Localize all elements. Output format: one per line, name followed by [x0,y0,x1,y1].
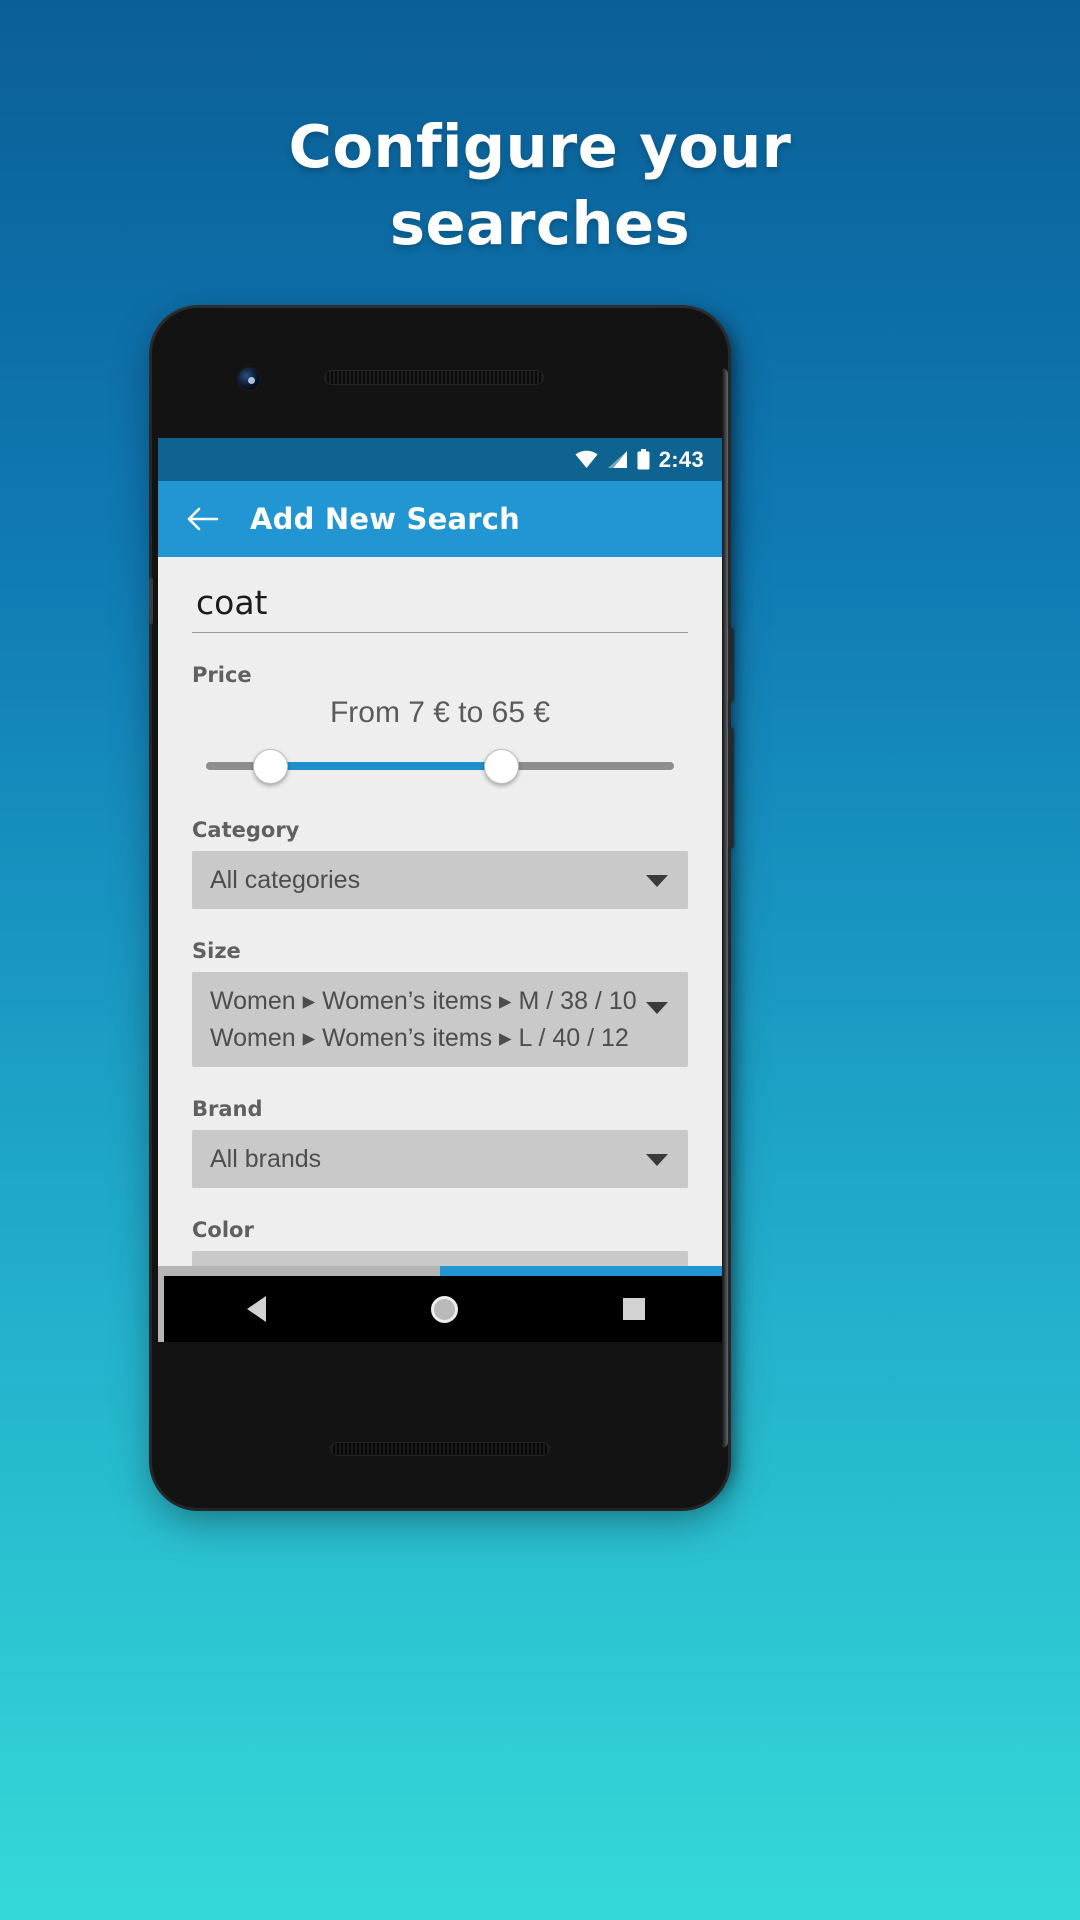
size-label: Size [192,939,241,963]
page-title: Add New Search [250,502,520,536]
phone-power-button[interactable] [727,628,733,702]
phone-bottom-bezel [152,1342,728,1508]
bottom-speaker-grille [330,1442,550,1456]
slider-active-range [266,762,497,770]
phone-left-button[interactable] [149,578,153,624]
size-value-1: Women ▸ Women’s items ▸ M / 38 / 10 [210,987,637,1015]
search-query-input[interactable]: coat [192,571,688,633]
category-value: All categories [210,866,361,894]
price-label: Price [192,663,252,687]
chevron-down-icon [646,1154,668,1166]
chevron-down-icon [646,1002,668,1014]
price-range-value: From 7 € to 65 € [329,696,551,729]
size-dropdown[interactable]: Women ▸ Women’s items ▸ M / 38 / 10 Wome… [192,972,688,1067]
earpiece-speaker [324,370,544,385]
nav-recents-icon[interactable] [623,1298,646,1320]
search-form: coat Price From 7 € to 65 € Category All… [158,557,722,1342]
category-dropdown[interactable]: All categories [192,851,688,909]
nav-home-icon[interactable] [430,1295,458,1323]
app-bar: Add New Search [158,481,722,557]
brand-value: All brands [210,1145,322,1173]
phone-top-bezel [152,308,728,438]
phone-screen: 2:43 Add New Search coat Price From 7 € … [158,438,722,1342]
phone-volume-button[interactable] [727,728,733,848]
chevron-down-icon [646,875,668,887]
phone-device: 2:43 Add New Search coat Price From 7 € … [149,308,733,1508]
category-label: Category [192,818,300,842]
battery-icon [637,449,650,470]
brand-label: Brand [192,1097,263,1121]
front-camera-icon [238,368,260,390]
status-bar: 2:43 [158,438,722,481]
status-bar-time: 2:43 [658,446,704,472]
slider-thumb-max[interactable] [484,749,520,784]
size-value-2: Women ▸ Women’s items ▸ L / 40 / 12 [210,1024,629,1052]
slider-thumb-min[interactable] [252,749,288,784]
price-range-slider[interactable] [206,744,674,788]
color-label: Color [192,1218,254,1242]
nav-back-icon[interactable] [246,1296,266,1322]
promo-headline: Configure your searches [0,108,1080,262]
promo-headline-line-2: searches [389,189,691,258]
signal-icon [607,450,628,469]
android-nav-bar [164,1276,722,1342]
brand-dropdown[interactable]: All brands [192,1130,688,1188]
promo-headline-line-1: Configure your [288,112,792,181]
back-arrow-icon[interactable] [186,502,220,536]
wifi-icon [575,450,598,469]
